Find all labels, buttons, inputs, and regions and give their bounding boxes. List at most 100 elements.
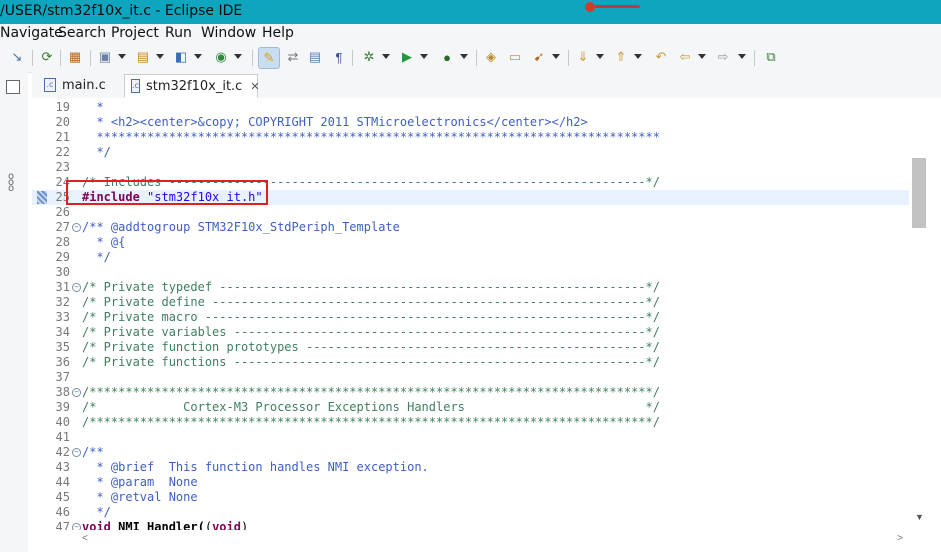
code-line[interactable]: 41 [32, 430, 909, 445]
run-icon[interactable]: ▶ [398, 48, 416, 66]
build-all-icon[interactable]: ▦ [66, 48, 84, 66]
restore-view-icon[interactable] [6, 80, 20, 94]
fold-toggle-icon[interactable]: − [72, 283, 81, 292]
code-line[interactable]: 22 */ [32, 145, 909, 160]
refresh-icon[interactable]: ⟳ [38, 48, 56, 66]
open-type-icon[interactable]: ◈ [482, 48, 500, 66]
run-caret-icon[interactable] [420, 54, 428, 59]
code-line[interactable]: 33 /* Private macro ---------------------… [32, 310, 909, 325]
open-perspective-icon[interactable]: ⧉ [762, 48, 780, 66]
scroll-right-icon[interactable]: > [897, 533, 903, 544]
search-icon[interactable]: ➹ [530, 48, 548, 66]
debug-caret-icon[interactable] [382, 54, 390, 59]
code-line[interactable]: 45 * @retval None [32, 490, 909, 505]
code-line[interactable]: 44 * @param None [32, 475, 909, 490]
c-file-icon: .c [131, 79, 140, 93]
horizontal-scrollbar[interactable]: < > [32, 530, 909, 552]
toolbar-separator [754, 50, 755, 66]
external-tools-icon[interactable]: ● [438, 48, 456, 66]
line-number: 33 [55, 310, 70, 324]
next-annotation-icon[interactable]: ⇓ [574, 48, 592, 66]
toggle-block-icon[interactable]: ⇄ [284, 48, 302, 66]
code-line[interactable]: 37 [32, 370, 909, 385]
menu-navigate[interactable]: Navigate [0, 25, 63, 41]
code-line[interactable]: 47− void NMI_Handler((void) [32, 520, 909, 530]
new-class-icon[interactable]: ◉ [212, 48, 230, 66]
previous-annotation-icon[interactable]: ⇑ [612, 48, 630, 66]
code-text: * <h2><center>&copy; COPYRIGHT 2011 STMi… [82, 115, 588, 129]
search-caret-icon[interactable] [552, 54, 560, 59]
new-folder-caret-icon[interactable] [156, 54, 164, 59]
code-line[interactable]: 31−/* Private typedef ------------------… [32, 280, 909, 295]
menu-run[interactable]: Run [165, 25, 192, 41]
code-line[interactable]: 30 [32, 265, 909, 280]
menu-window[interactable]: Window [201, 25, 256, 41]
line-number: 37 [55, 370, 70, 384]
back-caret-icon[interactable] [698, 54, 706, 59]
toolbar-separator [352, 50, 353, 66]
line-number: 47 [55, 520, 70, 530]
fold-toggle-icon[interactable]: − [72, 388, 81, 397]
code-line[interactable]: 35 /* Private function prototypes -------… [32, 340, 909, 355]
close-icon[interactable]: ✕ [250, 80, 259, 93]
forward-caret-icon[interactable] [738, 54, 746, 59]
code-line[interactable]: 28 * @{ [32, 235, 909, 250]
show-whitespace-icon[interactable]: ¶ [330, 48, 348, 66]
fold-toggle-icon[interactable]: − [72, 223, 81, 232]
code-line[interactable]: 36 /* Private functions -----------------… [32, 355, 909, 370]
new-project-icon[interactable]: ▣ [96, 48, 114, 66]
code-line[interactable]: 38−/************************************… [32, 385, 909, 400]
code-line[interactable]: 21 *************************************… [32, 130, 909, 145]
new-project-caret-icon[interactable] [118, 54, 126, 59]
scroll-down-icon[interactable]: ▼ [915, 512, 924, 522]
code-line[interactable]: 34 /* Private variables -----------------… [32, 325, 909, 340]
external-tools-caret-icon[interactable] [460, 54, 468, 59]
toolbar-separator [252, 50, 253, 66]
code-line[interactable]: 32 /* Private define --------------------… [32, 295, 909, 310]
fold-toggle-icon[interactable]: − [72, 523, 81, 530]
menu-project[interactable]: Project [111, 25, 159, 41]
code-line[interactable]: 29 */ [32, 250, 909, 265]
code-line[interactable]: 19 * [32, 100, 909, 115]
line-number: 27 [55, 220, 70, 234]
code-line[interactable]: 20 * <h2><center>&copy; COPYRIGHT 2011 S… [32, 115, 909, 130]
code-line[interactable]: 42−/** [32, 445, 909, 460]
word-wrap-icon[interactable]: ▤ [306, 48, 324, 66]
code-line[interactable]: 46 */ [32, 505, 909, 520]
code-line[interactable]: 27−/** @addtogroup STM32F10x_StdPeriph_T… [32, 220, 909, 235]
new-class-caret-icon[interactable] [234, 54, 242, 59]
code-line[interactable]: 39 /* Cortex-M3 Processor Exceptions Hand… [32, 400, 909, 415]
tab-label: stm32f10x_it.c [145, 78, 243, 94]
tab-stm32f10x-it-c[interactable]: .c stm32f10x_it.c ✕ [124, 74, 260, 98]
previous-annotation-caret-icon[interactable] [634, 54, 642, 59]
code-line[interactable]: 40 /*************************************… [32, 415, 909, 430]
scrollbar-thumb[interactable] [912, 158, 926, 228]
link-icon[interactable]: ↘ [8, 48, 26, 66]
new-source-caret-icon[interactable] [194, 54, 202, 59]
last-edit-location-icon[interactable]: ↶ [652, 48, 670, 66]
vertical-scrollbar[interactable]: ▼ [909, 98, 941, 530]
code-line[interactable]: 23 [32, 160, 909, 175]
line-number: 38 [55, 385, 70, 399]
new-folder-icon[interactable]: ▤ [134, 48, 152, 66]
toolbar-separator [60, 50, 61, 66]
new-source-file-icon[interactable]: ◧ [172, 48, 190, 66]
back-icon[interactable]: ⇦ [676, 48, 694, 66]
code-line[interactable]: 43 * @brief This function handles NMI ex… [32, 460, 909, 475]
next-annotation-caret-icon[interactable] [596, 54, 604, 59]
code-editor[interactable]: 19 * 20 * <h2><center>&copy; COPYRIGHT 20… [32, 98, 909, 530]
minimized-views-icon[interactable]: ooo [8, 172, 14, 194]
forward-icon[interactable]: ⇨ [714, 48, 732, 66]
menu-search[interactable]: Search [58, 25, 106, 41]
menu-help[interactable]: Help [262, 25, 294, 41]
code-line[interactable]: 26 [32, 205, 909, 220]
mark-occurrences-icon[interactable]: ✎ [258, 47, 280, 69]
tab-main-c[interactable]: .c main.c [36, 74, 130, 96]
title-bar: /USER/stm32f10x_it.c - Eclipse IDE [0, 0, 941, 24]
code-text: */ [82, 145, 111, 159]
scroll-left-icon[interactable]: < [82, 533, 88, 544]
open-resource-icon[interactable]: ▭ [506, 48, 524, 66]
debug-icon[interactable]: ✲ [360, 48, 378, 66]
line-number: 39 [55, 400, 70, 414]
fold-toggle-icon[interactable]: − [72, 448, 81, 457]
